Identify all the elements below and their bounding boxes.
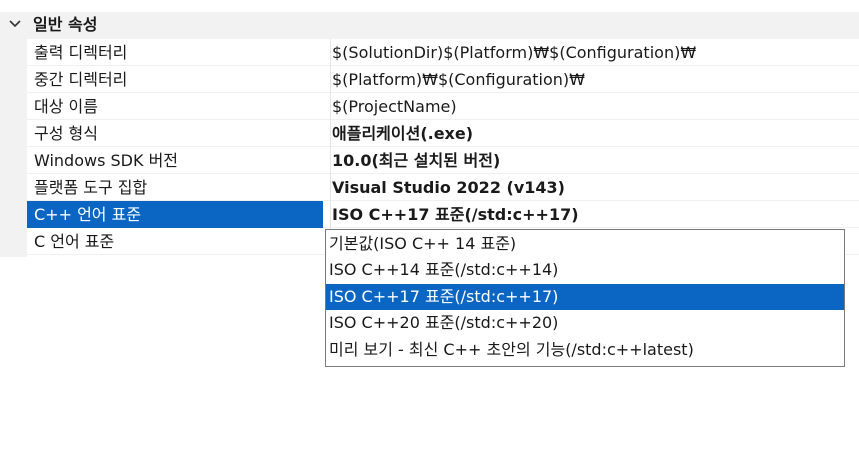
- property-row-config-type[interactable]: 구성 형식 애플리케이션(.exe): [27, 120, 859, 147]
- dropdown-option[interactable]: 미리 보기 - 최신 C++ 초안의 기능(/std:c++latest): [326, 337, 844, 363]
- property-row-target-name[interactable]: 대상 이름 $(ProjectName): [27, 93, 859, 120]
- property-row-windows-sdk[interactable]: Windows SDK 버전 10.0(최근 설치된 버전): [27, 147, 859, 174]
- property-value[interactable]: $(ProjectName): [330, 93, 859, 120]
- section-header[interactable]: 일반 속성: [0, 12, 859, 39]
- grid-gutter: [0, 39, 27, 257]
- property-name: 구성 형식: [34, 124, 98, 143]
- property-value[interactable]: 10.0(최근 설치된 버전): [330, 147, 859, 174]
- property-row-intermediate-dir[interactable]: 중간 디렉터리 $(Platform)₩$(Configuration)₩: [27, 66, 859, 93]
- property-value[interactable]: 애플리케이션(.exe): [330, 120, 859, 147]
- property-name: Windows SDK 버전: [34, 151, 179, 170]
- property-grid: 출력 디렉터리 $(SolutionDir)$(Platform)₩$(Conf…: [27, 39, 859, 255]
- property-value-text: $(ProjectName): [332, 97, 457, 116]
- dropdown-option[interactable]: ISO C++20 표준(/std:c++20): [326, 310, 844, 336]
- property-value-text: 애플리케이션(.exe): [332, 124, 474, 143]
- property-row-cpp-standard[interactable]: C++ 언어 표준 ISO C++17 표준(/std:c++17): [27, 201, 859, 228]
- property-row-platform-toolset[interactable]: 플랫폼 도구 집합 Visual Studio 2022 (v143): [27, 174, 859, 201]
- property-value-text: $(Platform)₩$(Configuration)₩: [332, 70, 585, 89]
- property-name: 중간 디렉터리: [34, 70, 128, 89]
- property-value-text: 10.0(최근 설치된 버전): [332, 151, 501, 170]
- property-value[interactable]: $(SolutionDir)$(Platform)₩$(Configuratio…: [330, 39, 859, 66]
- dropdown-option[interactable]: 기본값(ISO C++ 14 표준): [326, 231, 844, 257]
- property-value-text: $(SolutionDir)$(Platform)₩$(Configuratio…: [332, 43, 697, 62]
- dropdown-option[interactable]: ISO C++14 표준(/std:c++14): [326, 257, 844, 283]
- chevron-down-icon[interactable]: [8, 17, 22, 31]
- cpp-standard-dropdown-list[interactable]: 기본값(ISO C++ 14 표준) ISO C++14 표준(/std:c++…: [325, 229, 845, 367]
- dropdown-option-selected[interactable]: ISO C++17 표준(/std:c++17): [326, 284, 844, 310]
- property-name: 대상 이름: [34, 97, 98, 116]
- property-row-output-dir[interactable]: 출력 디렉터리 $(SolutionDir)$(Platform)₩$(Conf…: [27, 39, 859, 66]
- property-name: C++ 언어 표준: [27, 201, 323, 228]
- section-title: 일반 속성: [33, 15, 98, 34]
- property-value[interactable]: Visual Studio 2022 (v143): [330, 174, 859, 201]
- property-value[interactable]: $(Platform)₩$(Configuration)₩: [330, 66, 859, 93]
- property-value-combobox[interactable]: ISO C++17 표준(/std:c++17): [330, 201, 859, 228]
- property-value-text: Visual Studio 2022 (v143): [332, 178, 565, 197]
- property-name: C 언어 표준: [34, 232, 115, 251]
- property-name: 플랫폼 도구 집합: [34, 178, 148, 197]
- property-value-text: ISO C++17 표준(/std:c++17): [332, 205, 579, 224]
- property-name: 출력 디렉터리: [34, 43, 128, 62]
